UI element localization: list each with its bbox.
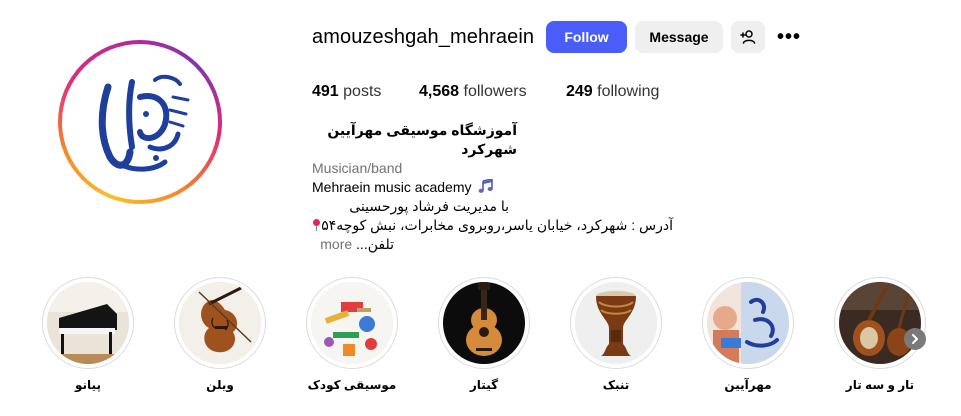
- profile-bio: آموزشگاه موسیقی مهرآیین شهرکرد Musician/…: [312, 121, 673, 254]
- highlight-item[interactable]: مهرآیین: [702, 277, 794, 392]
- guitar-image: [443, 282, 525, 364]
- highlight-ring: [438, 277, 530, 369]
- suggest-users-button[interactable]: [731, 21, 765, 53]
- highlight-label: تار و سه تار: [845, 378, 915, 392]
- followers-count: 4,568: [419, 83, 460, 100]
- highlight-label: مهرآیین: [724, 378, 772, 392]
- person-plus-icon: [740, 30, 756, 44]
- pushpin-icon: [313, 219, 320, 231]
- bio-english-text: Mehraein music academy: [312, 179, 472, 195]
- bio-address-text: آدرس : شهرکرد، خیابان یاسر،روبروی مخابرا…: [321, 217, 673, 233]
- music-notes-icon: [479, 178, 494, 193]
- following-count: 249: [566, 83, 593, 100]
- highlight-item[interactable]: موسیقی کودک: [306, 277, 398, 392]
- profile-full-name: آموزشگاه موسیقی مهرآیین شهرکرد: [327, 122, 517, 157]
- highlight-ring: [174, 277, 266, 369]
- highlight-label: موسیقی کودک: [307, 378, 397, 392]
- posts-count: 491: [312, 83, 339, 100]
- highlight-label: پیانو: [75, 378, 101, 392]
- message-button[interactable]: Message: [635, 21, 723, 53]
- bio-phone-text: تلفن...: [356, 236, 394, 252]
- bio-line-english: Mehraein music academy: [312, 178, 662, 197]
- highlight-ring: [702, 277, 794, 369]
- bio-line-manager: با مدیریت فرشاد پورحسینی: [349, 198, 509, 214]
- highlight-item[interactable]: پیانو: [42, 277, 134, 392]
- highlight-ring: [306, 277, 398, 369]
- highlight-item[interactable]: تنبک: [570, 277, 662, 392]
- follow-button[interactable]: Follow: [546, 21, 627, 53]
- mehraein-image: [707, 282, 789, 364]
- posts-stat: 491 posts: [312, 83, 381, 101]
- tombak-image: [575, 282, 657, 364]
- tar-setar-image: [839, 282, 921, 364]
- profile-avatar-frame: [62, 44, 218, 200]
- following-label: following: [597, 83, 660, 100]
- highlights-next-button[interactable]: [904, 328, 926, 350]
- followers-stat[interactable]: 4,568 followers: [419, 83, 527, 101]
- piano-image: [47, 282, 129, 364]
- more-options-button[interactable]: •••: [776, 21, 802, 53]
- bio-more-link[interactable]: more: [320, 236, 352, 252]
- chevron-right-icon: [912, 334, 918, 344]
- profile-username: amouzeshgah_mehraein: [312, 26, 535, 48]
- highlight-label: تنبک: [602, 378, 630, 392]
- highlight-item[interactable]: ویلن: [174, 277, 266, 392]
- highlight-item[interactable]: گیتار: [438, 277, 530, 392]
- highlight-ring: [834, 277, 926, 369]
- highlight-ring: [570, 277, 662, 369]
- followers-label: followers: [463, 83, 527, 100]
- profile-category: Musician/band: [312, 160, 403, 176]
- more-options-icon: •••: [776, 25, 801, 48]
- bio-line-address: آدرس : شهرکرد، خیابان یاسر،روبروی مخابرا…: [312, 216, 673, 235]
- violin-image: [179, 282, 261, 364]
- highlight-label: ویلن: [206, 378, 234, 392]
- highlight-label: گیتار: [469, 378, 499, 392]
- highlight-ring: [42, 277, 134, 369]
- mehraein-logo-icon: [70, 52, 210, 192]
- kids-instruments-image: [311, 282, 393, 364]
- bio-line-phone: تلفن... more: [312, 235, 394, 254]
- following-stat[interactable]: 249 following: [566, 83, 659, 101]
- profile-avatar-ring[interactable]: [58, 40, 222, 204]
- posts-label: posts: [343, 83, 382, 100]
- avatar[interactable]: [66, 48, 214, 196]
